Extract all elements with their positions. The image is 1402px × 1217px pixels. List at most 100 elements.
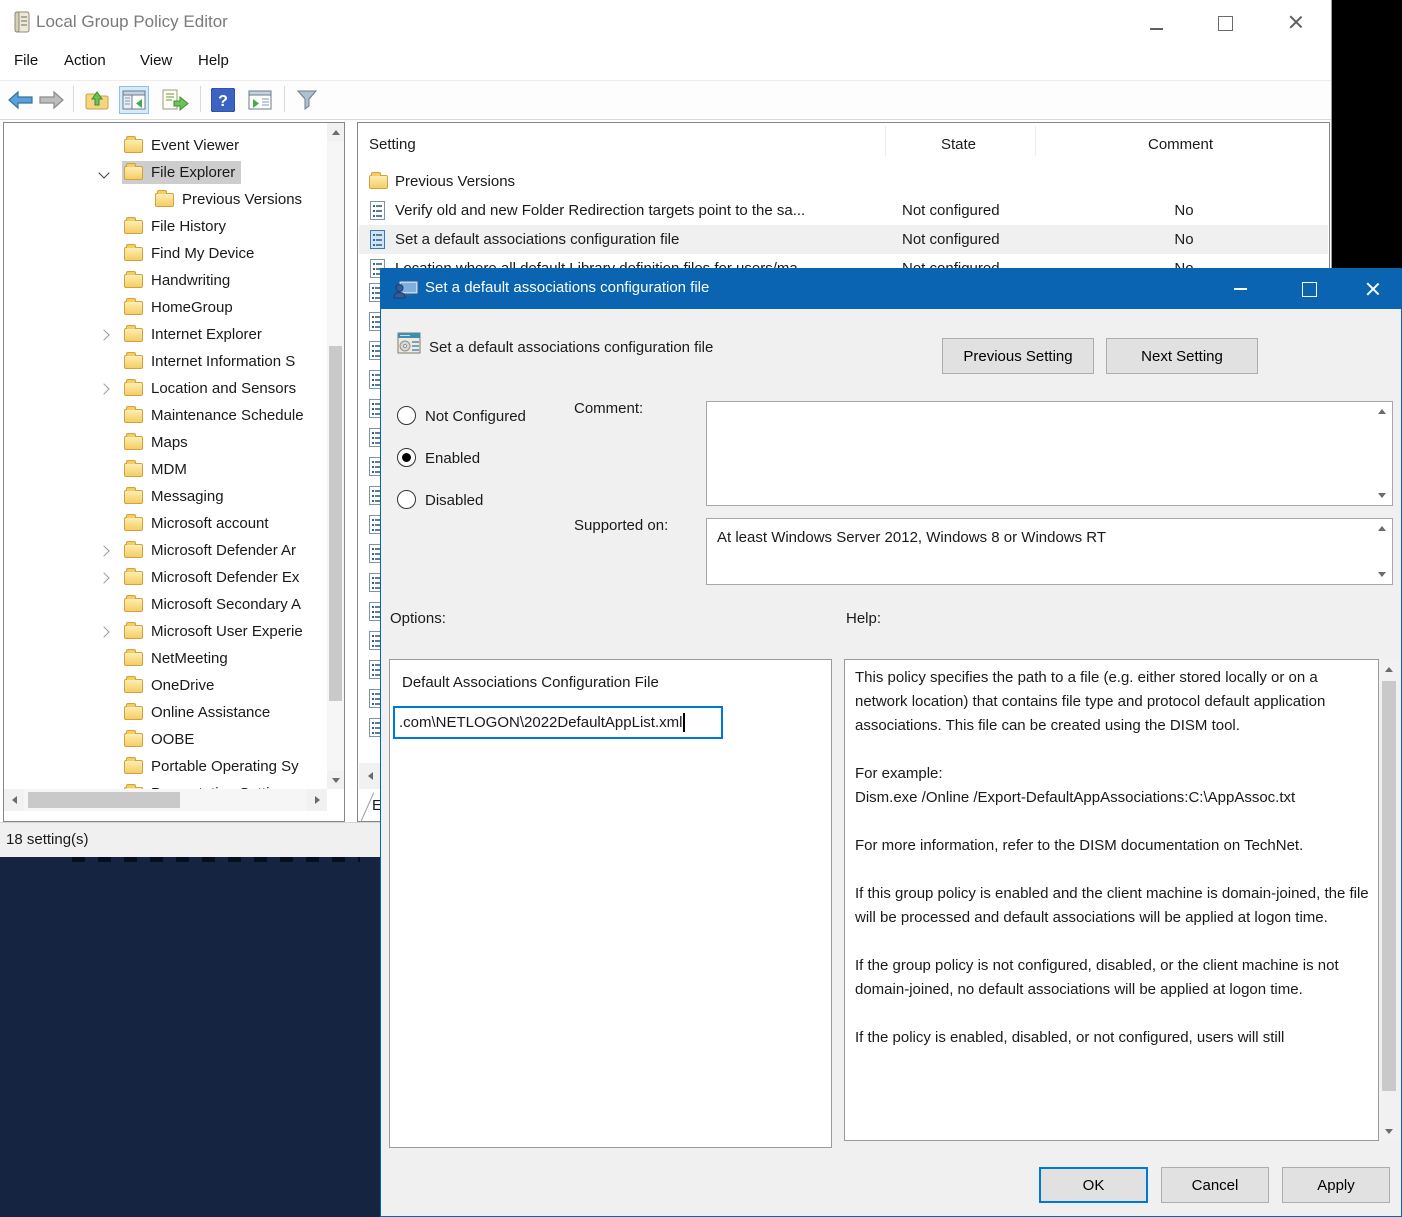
folder-icon [124, 247, 143, 261]
tree-item-microsoft-account[interactable]: Microsoft account [4, 510, 327, 537]
list-row-verify-folder-redirection[interactable]: Verify old and new Folder Redirection ta… [359, 196, 1328, 225]
tree-item-previous-versions[interactable]: Previous Versions [4, 186, 327, 213]
dialog-maximize-button[interactable] [1302, 282, 1317, 297]
radio-disabled[interactable] [397, 490, 416, 509]
chevron-right-icon[interactable] [98, 626, 109, 637]
tree-item-portable-operating-system[interactable]: Portable Operating Sy [4, 753, 327, 780]
help-icon[interactable]: ? [208, 86, 238, 114]
scroll-down-icon[interactable] [1379, 1121, 1399, 1141]
radio-enabled[interactable] [397, 448, 416, 467]
previous-setting-button[interactable]: Previous Setting [942, 338, 1094, 374]
column-separator[interactable] [885, 126, 886, 156]
folder-icon [124, 409, 143, 423]
scroll-up-icon[interactable] [1379, 659, 1399, 679]
tree-item-messaging[interactable]: Messaging [4, 483, 327, 510]
tree-item-mdm[interactable]: MDM [4, 456, 327, 483]
list-row-previous-versions[interactable]: Previous Versions [359, 167, 1328, 196]
scroll-up-icon[interactable] [1378, 409, 1386, 414]
tree-horizontal-scrollbar[interactable] [4, 789, 327, 811]
close-icon[interactable] [1288, 14, 1304, 30]
menu-help[interactable]: Help [198, 52, 229, 69]
next-setting-button[interactable]: Next Setting [1106, 338, 1258, 374]
default-associations-file-input[interactable]: .com\NETLOGON\2022DefaultAppList.xml [393, 706, 723, 739]
tree-item-online-assistance[interactable]: Online Assistance [4, 699, 327, 726]
show-properties-icon[interactable] [245, 86, 275, 114]
tree-item-internet-explorer[interactable]: Internet Explorer [4, 321, 327, 348]
scrollbar-thumb[interactable] [28, 792, 180, 808]
radio-not-configured[interactable] [397, 406, 416, 425]
tree-item-handwriting[interactable]: Handwriting [4, 267, 327, 294]
tree-item-file-explorer[interactable]: File Explorer [4, 159, 327, 186]
tree-item-file-history[interactable]: File History [4, 213, 327, 240]
tree-item-event-viewer[interactable]: Event Viewer [4, 132, 327, 159]
dialog-minimize-button[interactable] [1234, 288, 1247, 290]
dialog-close-icon[interactable] [1365, 281, 1381, 297]
scroll-right-icon[interactable] [307, 789, 327, 811]
policy-setting-dialog: Set a default associations configuration… [380, 268, 1402, 1217]
column-header-state[interactable]: State [941, 136, 976, 153]
tree-item-oobe[interactable]: OOBE [4, 726, 327, 753]
supported-on-box[interactable]: At least Windows Server 2012, Windows 8 … [706, 518, 1393, 585]
up-one-level-icon[interactable] [82, 86, 112, 114]
scrollbar-thumb[interactable] [329, 346, 342, 701]
comment-textarea[interactable] [706, 401, 1393, 506]
chevron-down-icon[interactable] [98, 167, 109, 178]
filter-icon[interactable] [292, 86, 322, 114]
tree-item-maps[interactable]: Maps [4, 429, 327, 456]
tree-item-microsoft-defender-exploit[interactable]: Microsoft Defender Ex [4, 564, 327, 591]
chevron-right-icon[interactable] [98, 572, 109, 583]
tree-item-find-my-device[interactable]: Find My Device [4, 240, 327, 267]
tree-item-microsoft-user-experience[interactable]: Microsoft User Experie [4, 618, 327, 645]
tree-item-microsoft-defender-antivirus[interactable]: Microsoft Defender Ar [4, 537, 327, 564]
comment-label: Comment: [574, 400, 643, 417]
folder-icon [155, 193, 174, 207]
column-header-comment[interactable]: Comment [1148, 136, 1213, 153]
toolbar-separator [73, 86, 74, 112]
export-list-icon[interactable] [160, 86, 190, 114]
folder-icon [124, 220, 143, 234]
ok-button[interactable]: OK [1039, 1167, 1148, 1203]
apply-button[interactable]: Apply [1282, 1167, 1390, 1203]
help-box[interactable]: This policy specifies the path to a file… [844, 659, 1379, 1141]
help-paragraph: If the group policy is not configured, d… [855, 954, 1370, 1002]
scrollbar-thumb[interactable] [1382, 681, 1396, 1091]
show-console-tree-icon[interactable] [119, 86, 149, 114]
scroll-left-icon[interactable] [359, 763, 381, 789]
tree-item-onedrive[interactable]: OneDrive [4, 672, 327, 699]
menu-view[interactable]: View [140, 52, 172, 69]
chevron-right-icon[interactable] [98, 545, 109, 556]
column-header-setting[interactable]: Setting [369, 136, 416, 153]
menu-action[interactable]: Action [64, 52, 106, 69]
scroll-up-icon[interactable] [1378, 526, 1386, 531]
chevron-right-icon[interactable] [98, 383, 109, 394]
back-icon[interactable] [5, 86, 35, 114]
column-separator[interactable] [1035, 126, 1036, 156]
help-paragraph: Dism.exe /Online /Export-DefaultAppAssoc… [855, 786, 1370, 810]
scroll-down-icon[interactable] [1378, 493, 1386, 498]
tree-item-internet-information[interactable]: Internet Information S [4, 348, 327, 375]
tree-vertical-scrollbar[interactable] [327, 123, 344, 789]
tree-item-maintenance-scheduler[interactable]: Maintenance Schedule [4, 402, 327, 429]
chevron-right-icon[interactable] [98, 329, 109, 340]
tree-item-location-and-sensors[interactable]: Location and Sensors [4, 375, 327, 402]
forward-icon[interactable] [37, 86, 67, 114]
dialog-title: Set a default associations configuration… [425, 279, 709, 296]
tree-item-microsoft-secondary[interactable]: Microsoft Secondary A [4, 591, 327, 618]
menu-file[interactable]: File [14, 52, 38, 69]
scroll-left-icon[interactable] [4, 789, 24, 811]
maximize-button[interactable] [1218, 16, 1233, 31]
folder-icon [124, 355, 143, 369]
scroll-down-icon[interactable] [327, 771, 344, 789]
tree-item-homegroup[interactable]: HomeGroup [4, 294, 327, 321]
tree-item-netmeeting[interactable]: NetMeeting [4, 645, 327, 672]
folder-icon [124, 571, 143, 585]
cancel-button[interactable]: Cancel [1161, 1167, 1269, 1203]
help-scrollbar[interactable] [1379, 659, 1399, 1141]
scroll-down-icon[interactable] [1378, 572, 1386, 577]
dialog-titlebar[interactable]: Set a default associations configuration… [381, 269, 1401, 309]
minimize-button[interactable] [1150, 28, 1163, 30]
list-row-set-default-associations[interactable]: Set a default associations configuration… [359, 225, 1328, 254]
tree-item-presentation-settings[interactable]: Presentation Settings [4, 780, 327, 789]
folder-icon [124, 139, 143, 153]
scroll-up-icon[interactable] [327, 123, 344, 141]
